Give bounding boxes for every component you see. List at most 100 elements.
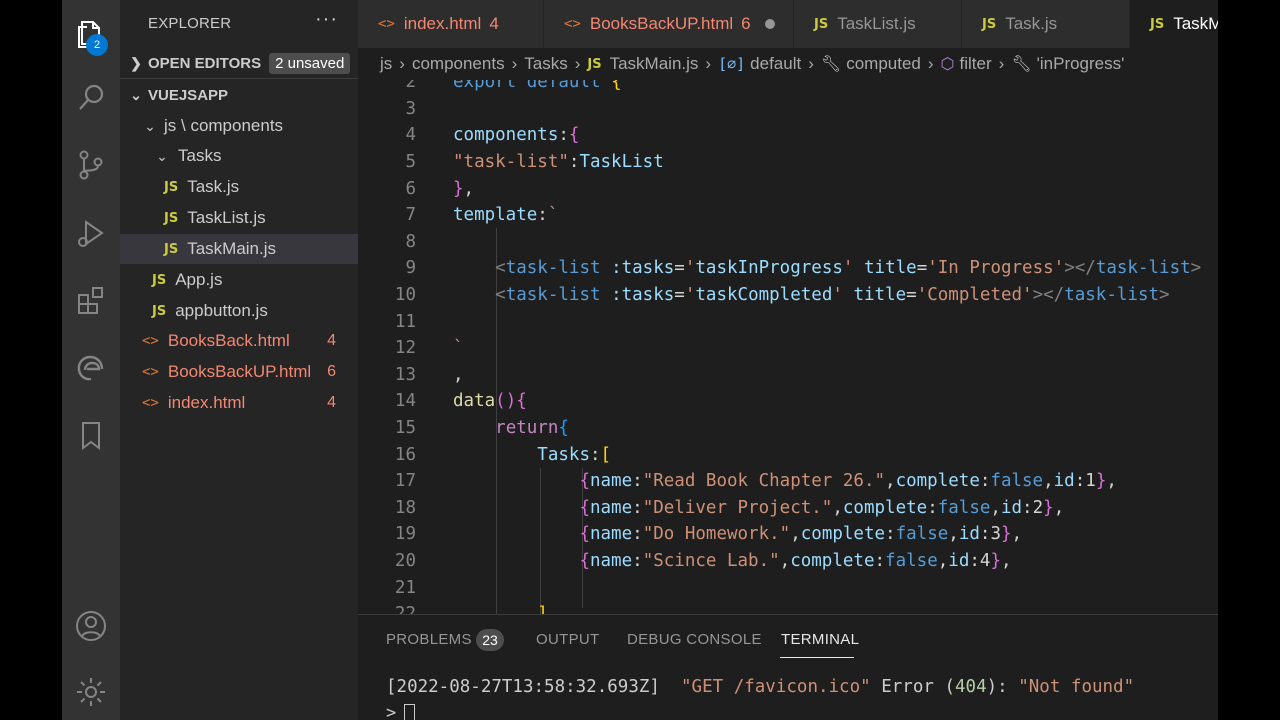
account-icon[interactable] — [62, 601, 120, 651]
code-token: { — [558, 418, 569, 439]
html-file-icon: <> — [378, 16, 395, 32]
tab-problems[interactable]: PROBLEMS — [386, 631, 472, 648]
code-token: 'In Progress' — [927, 258, 1065, 279]
workspace-root[interactable]: ⌄ VUEJSAPP — [120, 80, 358, 110]
code-text: template:` — [453, 205, 558, 225]
code-token: name — [589, 524, 633, 545]
code-token: : — [979, 524, 991, 545]
javascript-file-icon: JS — [982, 16, 997, 32]
tab-output[interactable]: OUTPUT — [536, 631, 599, 648]
code-token: > — [1159, 285, 1170, 306]
edge-devtools-icon[interactable] — [62, 343, 120, 393]
source-control-icon[interactable] — [62, 140, 120, 190]
terminal-error-word: Error — [881, 677, 934, 697]
run-debug-icon[interactable] — [62, 208, 120, 258]
tab-booksbackup-html[interactable]: <> BooksBackUP.html 6 — [544, 0, 794, 48]
code-editor[interactable]: 2 export default {3 4 components:{5 "task-li… — [358, 80, 1218, 614]
file-item-error[interactable]: <> BooksBackUP.html 6 — [120, 357, 358, 387]
terminal-prompt[interactable]: > — [386, 703, 416, 720]
breadcrumb-item[interactable]: js — [380, 54, 392, 74]
bookmark-icon[interactable] — [62, 410, 120, 460]
code-line[interactable]: 22 ] — [358, 601, 1218, 614]
tab-tasklist-js[interactable]: JS TaskList.js — [794, 0, 962, 48]
line-number: 13 — [394, 364, 416, 385]
code-token: < — [495, 258, 506, 279]
extensions-icon[interactable] — [62, 275, 120, 325]
tab-task-js[interactable]: JS Task.js — [962, 0, 1130, 48]
code-line[interactable]: 14 data(){ — [358, 388, 1218, 415]
code-line[interactable]: 5 "task-list":TaskList — [358, 149, 1218, 176]
code-line[interactable]: 4 components:{ — [358, 122, 1218, 149]
file-item[interactable]: JS Task.js — [120, 172, 358, 202]
tab-taskmain-js[interactable]: JS TaskMain.js — [1130, 0, 1218, 48]
code-line[interactable]: 3 — [358, 96, 1218, 123]
search-icon[interactable] — [62, 73, 120, 123]
tab-terminal[interactable]: TERMINAL — [781, 631, 859, 648]
breadcrumb-item[interactable]: components — [412, 54, 505, 74]
code-token: , — [779, 551, 791, 572]
breadcrumb-item[interactable]: default — [750, 54, 801, 74]
code-text: Tasks:[ — [453, 445, 611, 465]
folder-label: Tasks — [178, 146, 222, 165]
code-token: task-list — [505, 285, 601, 306]
code-line[interactable]: 21 — [358, 574, 1218, 601]
tab-label: BooksBackUP.html — [589, 14, 734, 33]
code-line[interactable]: 16 Tasks:[ — [358, 441, 1218, 468]
tab-debug-console[interactable]: DEBUG CONSOLE — [627, 631, 762, 648]
error-count: 4 — [327, 332, 336, 349]
breadcrumb-item[interactable]: computed — [846, 54, 921, 74]
code-line[interactable]: 10 <task-list :tasks='taskCompleted' tit… — [358, 282, 1218, 309]
code-token: false — [937, 497, 991, 518]
code-line[interactable]: 9 <task-list :tasks='taskInProgress' tit… — [358, 255, 1218, 282]
code-line[interactable]: 12 ` — [358, 335, 1218, 362]
tab-index-html[interactable]: <> index.html 4 — [358, 0, 544, 48]
file-label: appbutton.js — [175, 301, 268, 320]
code-line[interactable]: 15 return{ — [358, 415, 1218, 442]
code-token: task-list — [505, 258, 601, 279]
folder-js-components[interactable]: ⌄ js \ components — [120, 111, 358, 141]
code-token: { — [611, 80, 622, 93]
terminal-status-code: 404 — [955, 677, 987, 697]
code-token: } — [1095, 471, 1107, 492]
code-token: ' — [684, 258, 696, 279]
code-line[interactable]: 20 {name:"Scince Lab.",complete:false,id… — [358, 548, 1218, 575]
file-item-error[interactable]: <> index.html 4 — [120, 388, 358, 418]
settings-gear-icon[interactable] — [62, 667, 120, 717]
code-line[interactable]: 17 {name:"Read Book Chapter 26.",complet… — [358, 468, 1218, 495]
wrench-property-icon: 🔧︎ — [820, 56, 842, 73]
code-token: : — [632, 471, 643, 492]
code-line[interactable]: 18 {name:"Deliver Project.",complete:fal… — [358, 495, 1218, 522]
code-token: : — [927, 497, 938, 518]
file-item-selected[interactable]: JS TaskMain.js — [120, 234, 358, 264]
code-line[interactable]: 7 template:` — [358, 202, 1218, 229]
file-item[interactable]: JS appbutton.js — [120, 296, 358, 326]
file-item[interactable]: JS App.js — [120, 265, 358, 295]
file-item[interactable]: JS TaskList.js — [120, 203, 358, 233]
code-token: : — [1074, 471, 1086, 492]
code-token: template — [453, 205, 538, 226]
open-editors-section[interactable]: ❯ OPEN EDITORS 2 unsaved — [120, 48, 358, 78]
code-line[interactable]: 13, — [358, 362, 1218, 389]
code-token: 3 — [990, 524, 1001, 545]
file-label: BooksBackUP.html — [167, 362, 312, 381]
more-actions-icon[interactable]: ··· — [315, 8, 338, 31]
code-line[interactable]: 2 export default { — [358, 80, 1218, 96]
code-token: { — [579, 551, 590, 572]
breadcrumb-item[interactable]: TaskMain.js — [610, 54, 699, 74]
breadcrumb-item[interactable]: filter — [960, 54, 992, 74]
breadcrumb-item[interactable]: Tasks — [524, 54, 567, 74]
code-line[interactable]: 6}, — [358, 175, 1218, 202]
code-line[interactable]: 8 — [358, 229, 1218, 256]
code-token: id — [1000, 497, 1023, 518]
folder-tasks[interactable]: ⌄ Tasks — [120, 141, 358, 171]
code-line[interactable]: 11 — [358, 308, 1218, 335]
terminal-request: "GET /favicon.ico" — [681, 677, 871, 697]
explorer-title: EXPLORER — [148, 15, 232, 32]
code-line[interactable]: 19 {name:"Do Homework.",complete:false,i… — [358, 521, 1218, 548]
file-item-error[interactable]: <> BooksBack.html 4 — [120, 326, 358, 356]
code-token: task-list — [1064, 285, 1160, 306]
breadcrumb-item[interactable]: 'inProgress' — [1037, 54, 1125, 74]
code-token: , — [948, 524, 959, 545]
terminal-cursor — [404, 704, 416, 720]
unsaved-dot-icon[interactable] — [764, 19, 775, 29]
